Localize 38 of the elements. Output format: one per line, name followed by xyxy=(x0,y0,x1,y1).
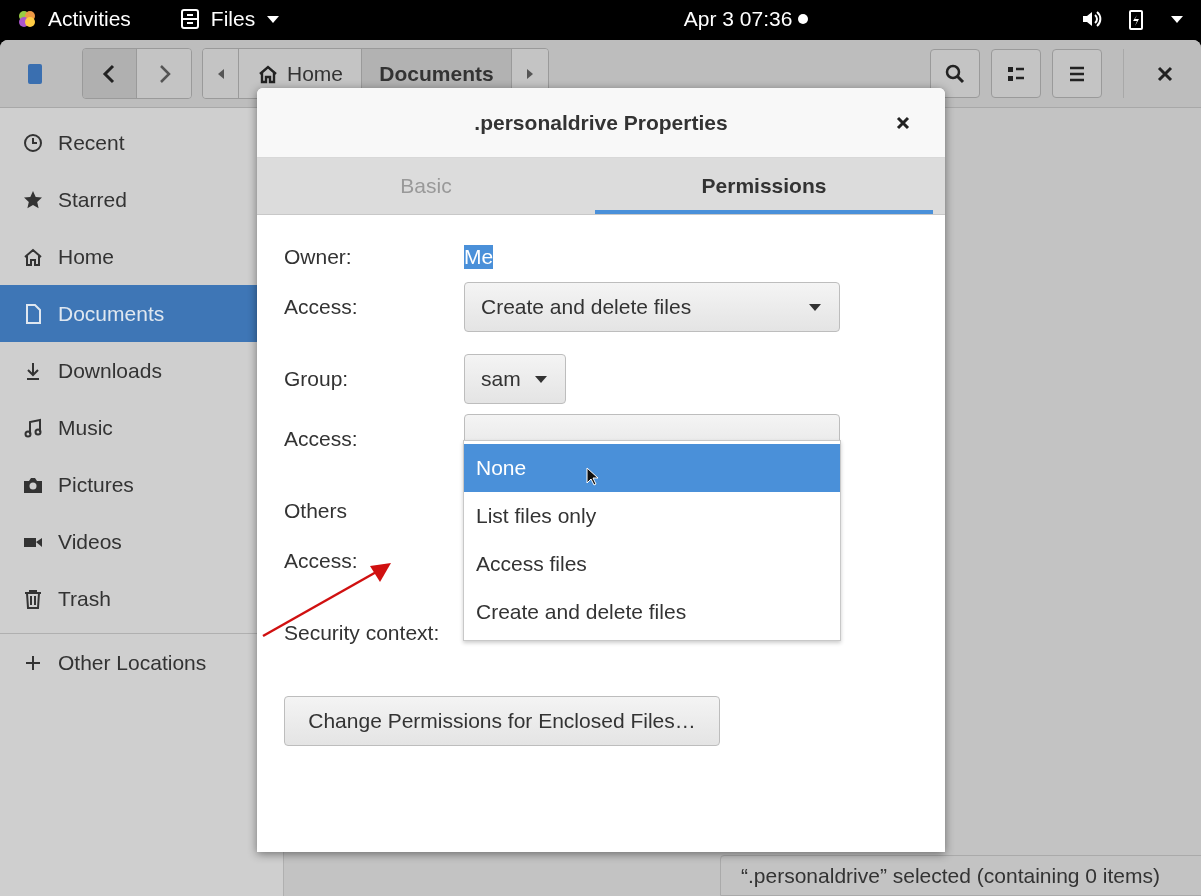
clock[interactable]: Apr 3 07:36 xyxy=(683,6,793,31)
group-dropdown[interactable]: sam xyxy=(464,354,566,404)
app-menu[interactable]: Files xyxy=(210,6,256,31)
field-label: Owner: xyxy=(284,245,353,269)
menu-item[interactable]: Create and delete files xyxy=(464,588,840,636)
field-label: Security context: xyxy=(284,621,441,645)
cursor-icon xyxy=(586,467,600,487)
menu-item[interactable]: Access files xyxy=(464,540,840,588)
trash-icon xyxy=(22,587,44,610)
change-permissions-button[interactable]: Change Permissions for Enclosed Files… xyxy=(284,696,720,746)
sidebar-item[interactable]: Other Locations xyxy=(0,634,283,691)
field-label: Access: xyxy=(284,549,359,573)
sidebar-item[interactable]: Trash xyxy=(0,570,283,627)
menu-button[interactable] xyxy=(1052,49,1102,98)
sidebar-item[interactable]: Videos xyxy=(0,513,283,570)
field-label: Group: xyxy=(284,367,350,391)
activities-button[interactable]: Activities xyxy=(48,6,131,31)
owner-name: Me xyxy=(464,245,494,269)
status-bar: “.personaldrive” selected (containing 0 items) xyxy=(720,855,1201,896)
back-button[interactable] xyxy=(83,49,137,98)
field-label: Access: xyxy=(284,295,359,319)
sidebar-item[interactable]: Music xyxy=(0,399,283,456)
cabinet-icon xyxy=(178,7,201,30)
sidebar-item[interactable]: Pictures xyxy=(0,456,283,513)
sidebar-item[interactable]: Downloads xyxy=(0,342,283,399)
dot-icon xyxy=(798,13,809,24)
menu-item[interactable]: List files only xyxy=(464,492,840,540)
access-dropdown[interactable]: Create and delete files xyxy=(464,282,840,332)
dialog-title: .personaldrive Properties xyxy=(474,110,728,135)
tab[interactable]: Permissions xyxy=(595,158,933,214)
sidebar-item[interactable]: Home xyxy=(0,228,283,285)
view-options-button[interactable] xyxy=(991,49,1041,98)
field-label: Others xyxy=(284,499,349,523)
field-label: Access: xyxy=(284,427,359,451)
clock-icon xyxy=(22,131,44,154)
search-icon xyxy=(944,62,966,85)
search-button[interactable] xyxy=(930,49,980,98)
music-icon xyxy=(22,416,44,439)
